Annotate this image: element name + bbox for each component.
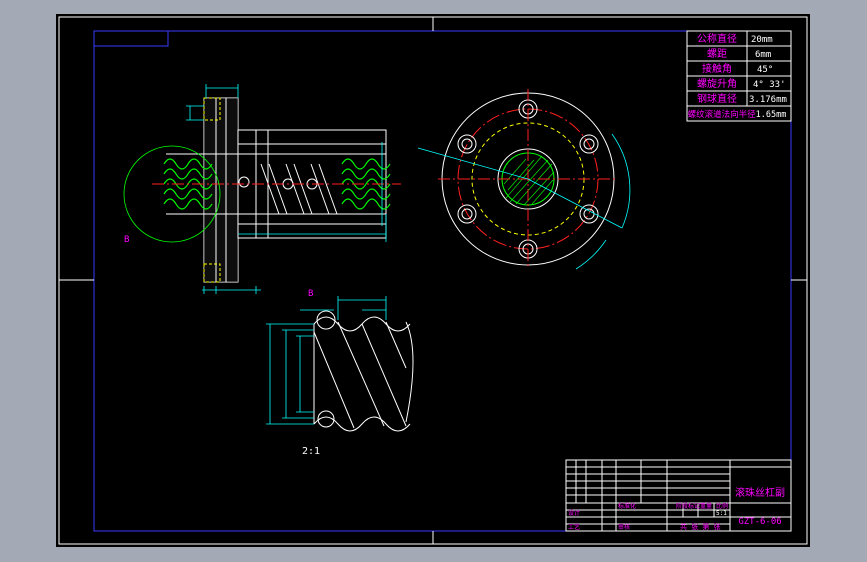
drawing-sheet: 公称直径 20mm 螺距 6mm 接触角 45° 螺旋升角 4° 33' 钢球直… [56,14,810,547]
code-box [93,30,169,47]
return-tubes [260,163,338,215]
spec-label-4: 螺旋升角 [697,77,737,90]
drawing-name: 滚珠丝杠副 [735,486,785,499]
spec-label-2: 螺距 [707,48,727,60]
detail-ball [316,310,336,330]
detail-b-view[interactable]: B 2:1 [266,289,414,457]
spec-value-6: 1.65mm [756,110,787,120]
spec-label-3: 接触角 [702,62,732,75]
detail-marker-detail: B [308,289,313,299]
spec-row-6: 螺纹滚道法向半径1.65mm [688,109,787,120]
cad-drawing-canvas[interactable]: 公称直径 20mm 螺距 6mm 接触角 45° 螺旋升角 4° 33' 钢球直… [56,14,810,547]
spec-table: 公称直径 20mm 螺距 6mm 接触角 45° 螺旋升角 4° 33' 钢球直… [686,30,792,122]
process-label: 工艺 [568,523,580,531]
marking-label: 阶段标记 [676,502,700,510]
ball-1 [238,176,250,188]
title-block: 滚珠丝杠副 GZT-6-06 阶段标记 重量 比例 5:1 共 张 第 张 设计… [565,459,792,532]
drawing-number: GZT-6-06 [738,517,781,527]
weight-label: 重量 [700,502,712,510]
sheet-info: 共 张 第 张 [680,522,721,531]
scale-label: 比例 [716,502,728,510]
designer-label: 设计 [568,509,580,517]
scale-value: 5:1 [716,510,727,517]
outer-border [58,16,808,545]
spec-value-1: 20mm [751,35,773,45]
spec-value-3: 45° [757,65,773,75]
spec-value-4: 4° 33' [753,80,786,90]
detail-scale-label: 2:1 [302,446,320,457]
detail-thread [313,316,414,432]
nut-section-view[interactable]: B [123,84,401,294]
spec-label-1: 公称直径 [697,32,737,45]
detail-marker-main: B [124,235,129,245]
spec-label-6: 螺纹滚道法向半径 [688,109,757,120]
spec-value-2: 6mm [755,50,771,60]
standard-label: 标准化 [618,502,636,510]
spec-value-5: 3.176mm [749,95,787,105]
spec-label-5: 钢球直径 [697,92,737,105]
approve-label: 审核 [618,523,630,531]
flange-end-view[interactable] [417,89,631,270]
